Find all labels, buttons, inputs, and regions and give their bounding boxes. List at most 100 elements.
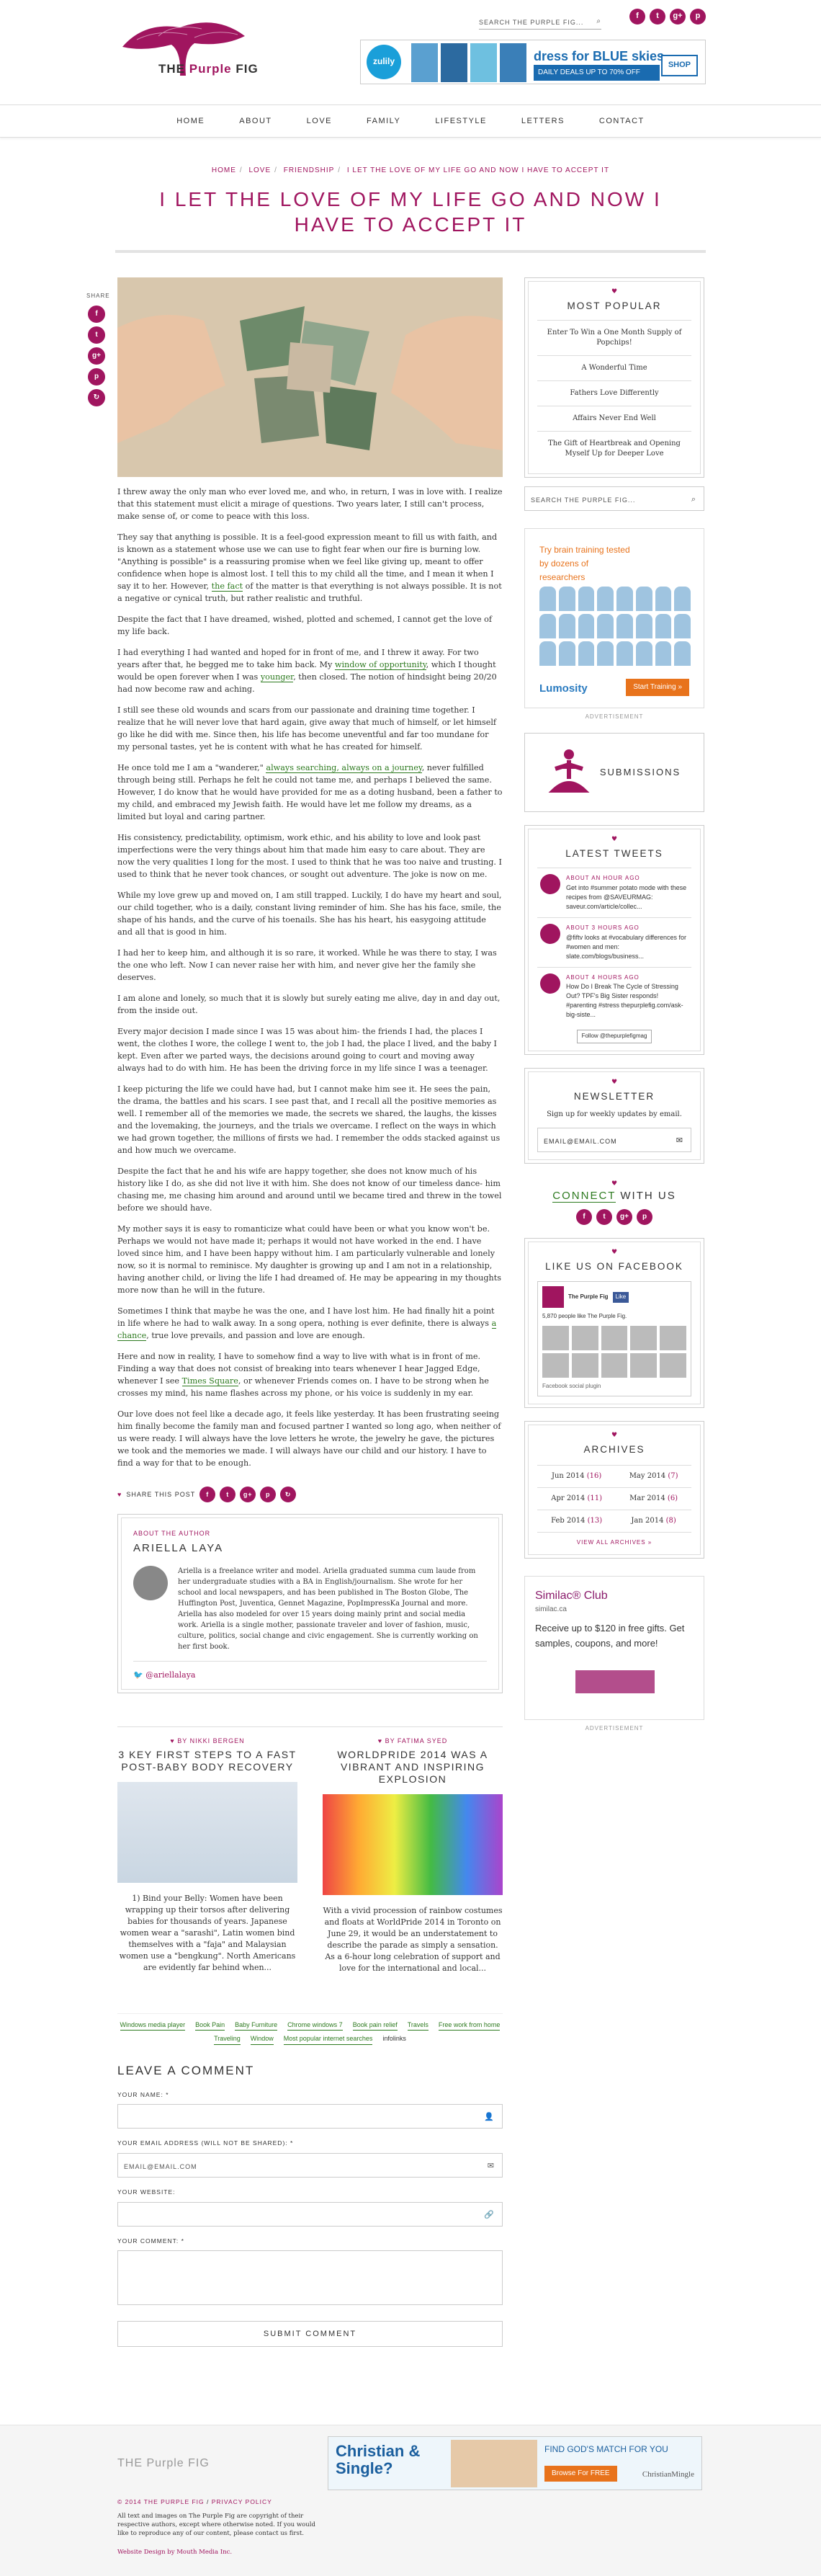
inline-link[interactable]: younger — [260, 672, 294, 682]
privacy-policy-link[interactable]: PRIVACY POLICY — [212, 2498, 272, 2505]
breadcrumb-home[interactable]: HOME — [212, 166, 236, 174]
related-image[interactable] — [117, 1781, 297, 1883]
ad-cta-button[interactable]: Start Training » — [626, 678, 689, 696]
newsletter-email-input[interactable]: EMAIL@EMAIL.COM ✉ — [537, 1127, 691, 1152]
share-pinterest-icon[interactable]: p — [88, 367, 105, 385]
share-twitter-icon[interactable]: t — [220, 1487, 236, 1502]
fb-like-button[interactable]: Like — [612, 1291, 629, 1303]
sidebar-search-input[interactable]: SEARCH THE PURPLE FIG... ⌕ — [524, 486, 704, 511]
ad-headline: Try brain training tested by dozens of r… — [539, 544, 630, 582]
twitter-icon[interactable]: t — [596, 1208, 612, 1225]
infolink[interactable]: Travels — [407, 2020, 429, 2031]
infolink[interactable]: Windows media player — [120, 2020, 186, 2031]
fb-page-name[interactable]: The Purple Fig — [568, 1293, 609, 1302]
search-icon[interactable]: ⌕ — [596, 16, 601, 27]
article-paragraph: Here and now in reality, I have to someh… — [117, 1352, 489, 1398]
sidebar-ad-similac[interactable]: Similac® Club similac.ca Receive up to $… — [524, 1576, 704, 1721]
related-post[interactable]: ♥ BY FATIMA SYED WORLDPRIDE 2014 WAS A V… — [323, 1736, 503, 1974]
tweet-item[interactable]: ABOUT 3 HOURS AGO @fiftv looks at #vocabu… — [537, 917, 691, 967]
infolink[interactable]: Baby Furniture — [235, 2020, 278, 2031]
submit-comment-button[interactable]: SUBMIT COMMENT — [117, 2321, 503, 2348]
ad-cta-button[interactable] — [575, 1670, 655, 1694]
related-image[interactable] — [323, 1793, 503, 1895]
pinterest-icon[interactable]: p — [637, 1208, 652, 1225]
breadcrumb-friendship[interactable]: FRIENDSHIP — [284, 166, 335, 174]
copyright-link[interactable]: © 2014 THE PURPLE FIG — [117, 2498, 205, 2505]
breadcrumb-love[interactable]: LOVE — [248, 166, 271, 174]
facebook-icon[interactable]: f — [629, 9, 645, 24]
share-more-icon[interactable]: ↻ — [88, 388, 105, 406]
archive-link[interactable]: Jun 2014 (16) — [537, 1464, 616, 1488]
footer-logo[interactable]: THE Purple FIG — [117, 2454, 210, 2473]
footer-advertisement[interactable]: Christian & Single? FIND GOD'S MATCH FOR… — [328, 2436, 702, 2490]
popular-item[interactable]: Affairs Never End Well — [537, 405, 691, 431]
header-advertisement[interactable]: zulily dress for BLUE skies DAILY DEALS … — [360, 40, 706, 84]
archive-link[interactable]: Jan 2014 (8) — [616, 1509, 691, 1532]
tweet-item[interactable]: ABOUT 4 HOURS AGO How Do I Break The Cycl… — [537, 966, 691, 1026]
facebook-widget: ♥ LIKE US ON FACEBOOK The Purple Fig Like… — [524, 1237, 704, 1408]
google-plus-icon[interactable]: g+ — [616, 1208, 632, 1225]
archive-link[interactable]: Apr 2014 (11) — [537, 1487, 616, 1510]
related-title[interactable]: WORLDPRIDE 2014 WAS A VIBRANT AND INSPIR… — [323, 1749, 503, 1785]
facebook-icon[interactable]: f — [576, 1208, 592, 1225]
header-search-input[interactable]: SEARCH THE PURPLE FIG... ⌕ — [479, 16, 601, 30]
share-facebook-icon[interactable]: f — [199, 1487, 216, 1502]
website-input[interactable]: 🔗 — [117, 2201, 503, 2227]
popular-item[interactable]: The Gift of Heartbreak and Opening Mysel… — [537, 430, 691, 466]
view-all-archives-link[interactable]: VIEW ALL ARCHIVES » — [537, 1531, 691, 1548]
share-google-plus-icon[interactable]: g+ — [88, 347, 105, 365]
infolink[interactable]: Free work from home — [438, 2020, 501, 2031]
submissions-widget[interactable]: SUBMISSIONS — [524, 733, 704, 813]
related-post[interactable]: ♥ BY NIKKI BERGEN 3 KEY FIRST STEPS TO A… — [117, 1736, 297, 1974]
google-plus-icon[interactable]: g+ — [670, 9, 686, 24]
share-google-plus-icon[interactable]: g+ — [240, 1487, 256, 1502]
infolink[interactable]: Chrome windows 7 — [287, 2020, 343, 2031]
footer-credit-link[interactable]: Website Design by Mouth Media Inc. — [117, 2548, 232, 2558]
inline-link[interactable]: always searching, always on a journey — [266, 763, 422, 773]
nav-item-home[interactable]: HOME — [176, 115, 205, 128]
tweet-item[interactable]: ABOUT AN HOUR AGO Get into #summer potato… — [537, 867, 691, 917]
popular-item[interactable]: A Wonderful Time — [537, 355, 691, 380]
archive-link[interactable]: Feb 2014 (13) — [537, 1509, 616, 1532]
infolinks-brand[interactable]: infolinks — [382, 2033, 406, 2044]
infolink[interactable]: Book pain relief — [352, 2020, 398, 2031]
follow-twitter-button[interactable]: Follow @thepurplefigmag — [576, 1030, 652, 1044]
popular-item[interactable]: Enter To Win a One Month Supply of Popch… — [537, 319, 691, 355]
nav-item-family[interactable]: FAMILY — [367, 115, 400, 128]
sidebar-ad-lumosity[interactable]: Try brain training tested by dozens of r… — [524, 527, 704, 708]
email-input[interactable]: EMAIL@EMAIL.COM ✉ — [117, 2152, 503, 2178]
related-title[interactable]: 3 KEY FIRST STEPS TO A FAST POST-BABY BO… — [117, 1749, 297, 1773]
nav-item-love[interactable]: LOVE — [307, 115, 332, 128]
share-pinterest-icon[interactable]: p — [260, 1487, 277, 1502]
ad-cta-button[interactable]: Browse For FREE — [544, 2466, 617, 2482]
infolink[interactable]: Most popular internet searches — [283, 2033, 373, 2045]
nav-item-contact[interactable]: CONTACT — [599, 115, 645, 128]
share-facebook-icon[interactable]: f — [88, 305, 105, 323]
ad-shop-button[interactable]: SHOP — [660, 55, 698, 76]
archive-link[interactable]: May 2014 (7) — [616, 1464, 691, 1488]
nav-item-lifestyle[interactable]: LIFESTYLE — [435, 115, 487, 128]
pinterest-icon[interactable]: p — [690, 9, 706, 24]
article-body: I threw away the only man who ever loved… — [117, 486, 503, 1469]
name-input[interactable]: 👤 — [117, 2104, 503, 2129]
nav-item-about[interactable]: ABOUT — [239, 115, 272, 128]
infolink[interactable]: Book Pain — [195, 2020, 225, 2031]
author-twitter-link[interactable]: 🐦 @ariellalaya — [133, 1661, 487, 1682]
inline-link[interactable]: window of opportunity — [334, 660, 426, 670]
infolink[interactable]: Window — [250, 2033, 274, 2045]
heart-icon: ♥ — [611, 836, 618, 844]
share-twitter-icon[interactable]: t — [88, 326, 105, 344]
site-logo[interactable]: THE Purple FIG — [115, 7, 259, 86]
nav-item-letters[interactable]: LETTERS — [521, 115, 565, 128]
inline-link[interactable]: the fact — [211, 581, 243, 592]
share-more-icon[interactable]: ↻ — [280, 1487, 297, 1502]
search-icon[interactable]: ⌕ — [691, 494, 696, 507]
twitter-avatar-icon — [540, 923, 560, 944]
archive-link[interactable]: Mar 2014 (6) — [616, 1487, 691, 1510]
comment-textarea[interactable] — [117, 2250, 503, 2306]
popular-item[interactable]: Fathers Love Differently — [537, 380, 691, 406]
page-avatar — [542, 1286, 564, 1309]
twitter-icon[interactable]: t — [650, 9, 665, 24]
inline-link[interactable]: Times Square — [181, 1376, 238, 1386]
infolink[interactable]: Traveling — [214, 2033, 241, 2045]
